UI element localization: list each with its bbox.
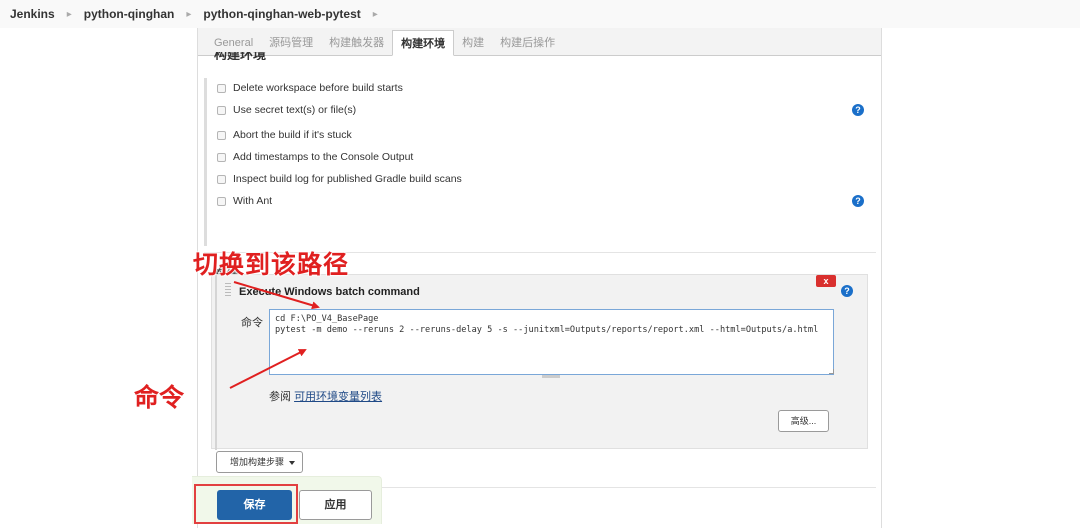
save-highlight-box — [194, 484, 298, 524]
chevron-right-icon[interactable]: ▸ — [186, 9, 191, 20]
chevron-right-icon[interactable]: ▸ — [67, 9, 72, 20]
checkbox[interactable] — [217, 196, 226, 206]
step-border — [215, 275, 217, 450]
tab-scm[interactable]: 源码管理 — [261, 31, 321, 55]
section-heading-build-environment: 构建环境 — [214, 52, 267, 60]
drag-handle-icon[interactable] — [225, 283, 231, 296]
option-timestamps[interactable]: Add timestamps to the Console Output — [217, 149, 413, 165]
env-vars-link[interactable]: 可用环境变量列表 — [294, 391, 382, 403]
option-label: Abort the build if it's stuck — [233, 129, 352, 141]
option-label: Add timestamps to the Console Output — [233, 151, 414, 163]
checkbox[interactable] — [217, 130, 226, 140]
tab-build[interactable]: 构建 — [454, 31, 492, 55]
textarea-grip[interactable] — [542, 375, 560, 378]
apply-button[interactable]: 应用 — [299, 490, 372, 520]
add-build-step-button[interactable]: 增加构建步骤 — [216, 451, 303, 473]
option-delete-workspace[interactable]: Delete workspace before build starts — [217, 80, 403, 96]
ref-prefix: 参阅 — [269, 391, 291, 403]
advanced-button[interactable]: 高级... — [778, 410, 829, 432]
add-build-step-label: 增加构建步骤 — [230, 457, 285, 467]
option-label: Use secret text(s) or file(s) — [233, 104, 357, 116]
build-env-options: Delete workspace before build starts Use… — [204, 78, 876, 246]
config-tabs: General 源码管理 构建触发器 构建环境 构建 构建后操作 — [198, 28, 881, 56]
caret-down-icon — [289, 460, 296, 465]
breadcrumb-jenkins[interactable]: Jenkins — [10, 7, 55, 21]
help-icon[interactable]: ? — [841, 285, 853, 297]
checkbox[interactable] — [217, 174, 226, 184]
tab-triggers[interactable]: 构建触发器 — [321, 31, 392, 55]
chevron-right-icon[interactable]: ▸ — [373, 9, 378, 20]
checkbox[interactable] — [217, 83, 226, 93]
option-secret-text[interactable]: Use secret text(s) or file(s) — [217, 102, 356, 118]
option-label: With Ant — [233, 195, 273, 207]
step-title: Execute Windows batch command — [239, 286, 420, 298]
breadcrumb-job[interactable]: python-qinghan-web-pytest — [203, 7, 360, 21]
help-icon[interactable]: ? — [852, 104, 864, 116]
breadcrumb-python-qinghan[interactable]: python-qinghan — [84, 7, 175, 21]
option-with-ant[interactable]: With Ant — [217, 193, 272, 209]
help-icon[interactable]: ? — [852, 195, 864, 207]
tab-post-build[interactable]: 构建后操作 — [492, 31, 563, 55]
command-label: 命令 — [241, 317, 263, 329]
command-textarea[interactable]: cd F:\PO_V4_BasePage pytest -m demo --re… — [269, 309, 834, 375]
option-abort-stuck[interactable]: Abort the build if it's stuck — [217, 127, 352, 143]
checkbox[interactable] — [217, 152, 226, 162]
breadcrumb: Jenkins ▸ python-qinghan ▸ python-qingha… — [0, 0, 1080, 28]
option-label: Inspect build log for published Gradle b… — [233, 173, 462, 185]
checkbox[interactable] — [217, 105, 226, 115]
option-label: Delete workspace before build starts — [233, 82, 403, 94]
annotation-switch-path: 切换到该路径 — [192, 249, 350, 279]
tab-build-environment[interactable]: 构建环境 — [392, 30, 455, 56]
delete-step-button[interactable]: x — [816, 275, 836, 287]
build-step-windows-batch: Execute Windows batch command x 命令 cd F:… — [211, 274, 868, 450]
env-vars-reference: 参阅 可用环境变量列表 — [269, 388, 382, 404]
annotation-command: 命令 — [133, 382, 185, 412]
resize-handle-icon[interactable] — [829, 369, 834, 374]
option-gradle-scans[interactable]: Inspect build log for published Gradle b… — [217, 171, 462, 187]
